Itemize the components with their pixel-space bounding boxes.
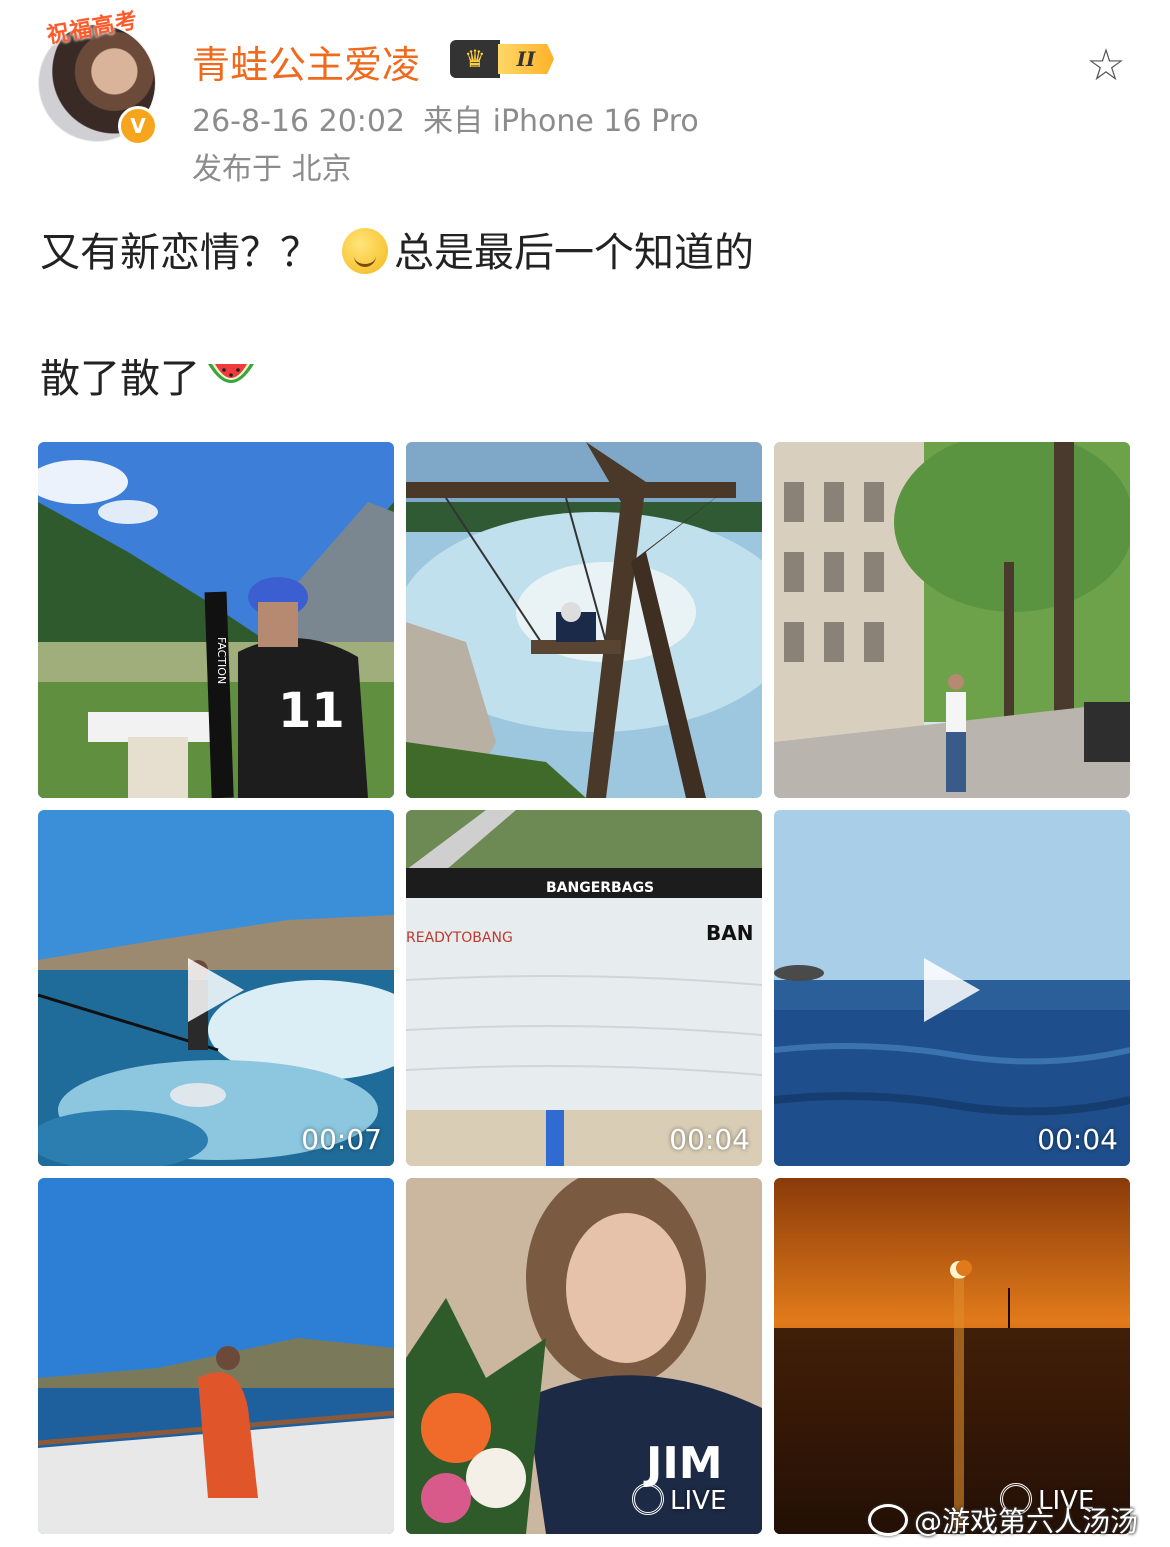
sunset-live-photo xyxy=(774,1178,1130,1534)
video-duration: 00:07 xyxy=(301,1123,382,1156)
post-text-c: 散了散了 xyxy=(40,356,200,402)
video-duration: 00:04 xyxy=(669,1123,750,1156)
location: 发布于 北京 xyxy=(192,152,352,187)
shirt-text: JIM xyxy=(643,1438,723,1489)
live-badge: LIVE xyxy=(632,1483,726,1516)
vip-badge[interactable]: ♛ II xyxy=(450,40,554,78)
verified-badge-icon: V xyxy=(118,106,158,146)
post-text-b: 总是最后一个知道的 xyxy=(394,230,754,276)
mountain-ski-photo: FACTION 11 xyxy=(38,442,394,798)
username[interactable]: 青蛙公主爱凌 xyxy=(192,34,420,89)
ski-brand: FACTION xyxy=(215,637,228,684)
media-tile-4[interactable]: 00:07 xyxy=(38,810,394,1166)
watermark-text: @游戏第六人汤汤 xyxy=(914,1505,1139,1538)
post-text-line-2: 散了散了 xyxy=(40,346,256,404)
selfie-live-photo: JIM xyxy=(406,1178,762,1534)
play-icon[interactable] xyxy=(188,958,244,1022)
media-grid: FACTION 11 00:07 BANGERBAGS READYTOBANG … xyxy=(38,442,1130,1534)
live-label: LIVE xyxy=(670,1486,727,1516)
media-tile-6[interactable]: 00:04 xyxy=(774,810,1130,1166)
favorite-star-icon[interactable]: ☆ xyxy=(1082,42,1130,90)
bag-banner-text: BANGERBAGS xyxy=(546,880,654,896)
live-icon xyxy=(632,1483,664,1515)
media-tile-8[interactable]: JIM LIVE xyxy=(406,1178,762,1534)
weibo-logo-icon xyxy=(868,1504,908,1536)
post-header: 祝福高考 V 青蛙公主爱凌 ♛ II ☆ 26-8-16 20:02 来自 iPh… xyxy=(0,0,1170,200)
timestamp: 26-8-16 20:02 xyxy=(192,104,406,139)
weibo-watermark: @游戏第六人汤汤 xyxy=(868,1500,1138,1540)
bag-side-text: BAN xyxy=(706,921,753,945)
source-device: 来自 iPhone 16 Pro xyxy=(423,104,699,139)
jersey-number: 11 xyxy=(278,683,345,739)
media-tile-9[interactable]: LIVE xyxy=(774,1178,1130,1534)
vip-level: II xyxy=(498,44,554,74)
media-tile-5[interactable]: BANGERBAGS READYTOBANG BAN 00:04 xyxy=(406,810,762,1166)
play-icon[interactable] xyxy=(924,958,980,1022)
bag-slogan-text: READYTOBANG xyxy=(406,930,513,946)
crown-icon: ♛ xyxy=(450,40,500,78)
media-tile-7[interactable] xyxy=(38,1178,394,1534)
media-tile-1[interactable]: FACTION 11 xyxy=(38,442,394,798)
post-meta: 26-8-16 20:02 来自 iPhone 16 Pro xyxy=(192,96,699,140)
street-photo xyxy=(774,442,1130,798)
post-text-line-1: 又有新恋情？？ 总是最后一个知道的 xyxy=(40,220,754,278)
media-tile-3[interactable] xyxy=(774,442,1130,798)
banger-bag-video: BANGERBAGS READYTOBANG BAN xyxy=(406,810,762,1166)
video-duration: 00:04 xyxy=(1037,1123,1118,1156)
watermelon-emoji-icon xyxy=(208,364,254,383)
post-text-a: 又有新恋情？？ xyxy=(40,230,320,276)
boat-photo xyxy=(38,1178,394,1534)
media-tile-2[interactable] xyxy=(406,442,762,798)
lake-swing-photo xyxy=(406,442,762,798)
smug-emoji-icon xyxy=(342,228,388,274)
